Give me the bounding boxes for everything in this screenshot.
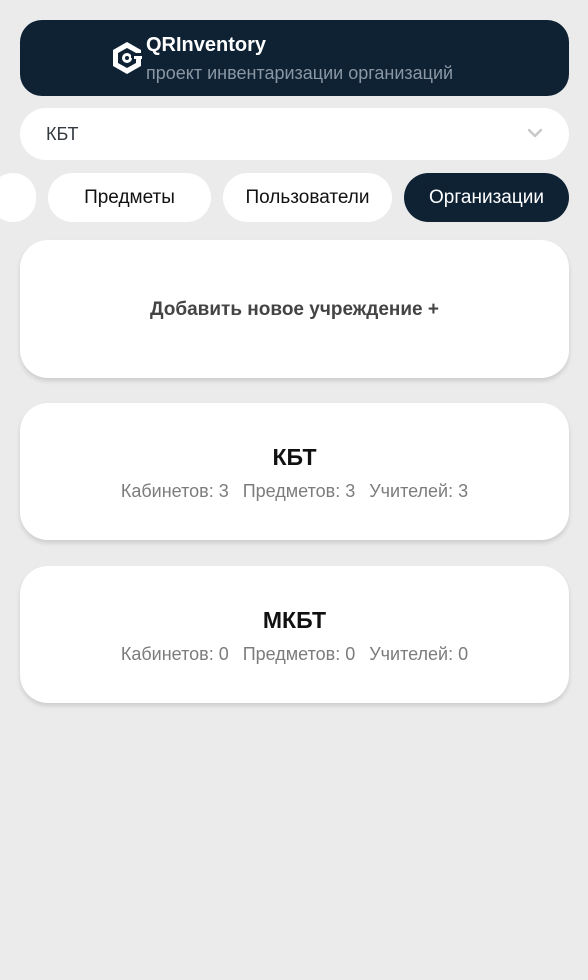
tab-previous-partial[interactable] (0, 173, 36, 222)
add-organization-label: Добавить новое учреждение + (150, 299, 439, 320)
rooms-count: Кабинетов: 0 (120, 644, 229, 664)
organization-select-value: КБТ (46, 124, 79, 144)
organization-select[interactable]: КБТ (20, 108, 569, 160)
items-count: Предметов: 3 (242, 481, 356, 501)
tab-organizations[interactable]: Организации (404, 173, 569, 222)
organization-name: КБТ (272, 444, 317, 470)
organization-card[interactable]: КБТ Кабинетов: 3 Предметов: 3 Учителей: 3 (20, 403, 569, 540)
organization-stats: Кабинетов: 0 Предметов: 0 Учителей: 0 (20, 644, 569, 665)
app-title: QRInventory (146, 34, 267, 56)
rooms-count: Кабинетов: 3 (120, 481, 229, 501)
app-subtitle: проект инвентаризации организаций (146, 63, 454, 83)
organization-name: МКБТ (262, 607, 327, 633)
teachers-count: Учителей: 3 (369, 481, 469, 501)
items-count: Предметов: 0 (242, 644, 356, 664)
tab-users[interactable]: Пользователи (223, 173, 392, 222)
qr-gear-logo-icon (113, 42, 143, 74)
organization-stats: Кабинетов: 3 Предметов: 3 Учителей: 3 (20, 481, 569, 502)
tab-items[interactable]: Предметы (48, 173, 211, 222)
teachers-count: Учителей: 0 (369, 644, 469, 664)
chevron-down-icon (527, 128, 543, 138)
organization-card[interactable]: МКБТ Кабинетов: 0 Предметов: 0 Учителей: 0 (20, 566, 569, 703)
app-header: QRInventory проект инвентаризации органи… (20, 20, 569, 96)
add-organization-card[interactable]: Добавить новое учреждение + (20, 240, 569, 378)
